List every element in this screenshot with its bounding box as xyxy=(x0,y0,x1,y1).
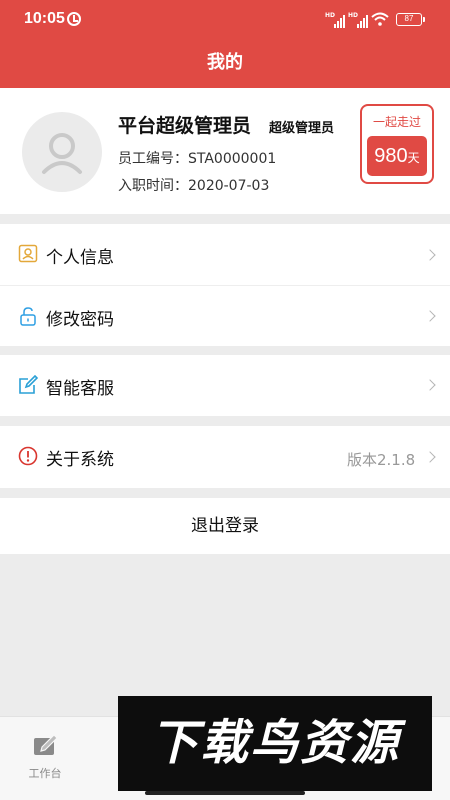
menu-item-customer-service[interactable]: 智能客服 xyxy=(0,355,450,416)
divider xyxy=(0,285,450,286)
top-bar: 10:05 HD HD 87 我的 xyxy=(0,0,450,88)
menu-item-personal-info[interactable]: 个人信息 xyxy=(0,224,450,285)
user-role: 超级管理员 xyxy=(269,121,335,136)
days-together-badge: 一起走过 980天 xyxy=(360,104,434,184)
days-unit: 天 xyxy=(407,151,420,165)
employee-id-value: STA0000001 xyxy=(188,151,277,167)
app-version: 版本2.1.8 xyxy=(347,451,416,469)
menu-item-change-password[interactable]: 修改密码 xyxy=(0,285,450,346)
menu-label-customer-service: 智能客服 xyxy=(46,379,114,399)
employee-id-label: 员工编号： xyxy=(118,151,188,167)
info-icon xyxy=(18,446,38,466)
cellular-signal-icon-2: HD xyxy=(348,12,368,28)
alarm-icon xyxy=(67,12,81,26)
chevron-right-icon xyxy=(424,249,436,261)
page-title: 我的 xyxy=(207,52,243,73)
days-count-box: 980天 xyxy=(367,136,427,176)
tab-label-workbench: 工作台 xyxy=(28,767,62,780)
days-together-caption: 一起走过 xyxy=(372,115,421,129)
watermark-glyphs: 下载鸟资源 xyxy=(150,715,407,771)
join-date-value: 2020-07-03 xyxy=(188,178,270,194)
chevron-right-icon xyxy=(424,310,436,322)
menu-label-about-system: 关于系统 xyxy=(46,450,114,470)
watermark-logo: 下载鸟资源 xyxy=(118,696,432,791)
unlock-icon xyxy=(20,307,36,326)
profile-card: 平台超级管理员 超级管理员 员工编号：STA0000001 入职时间：2020-… xyxy=(0,88,450,214)
menu-label-personal-info: 个人信息 xyxy=(46,248,114,268)
user-badge-icon xyxy=(18,244,38,263)
home-indicator xyxy=(145,791,305,795)
menu-item-about-system[interactable]: 关于系统 版本2.1.8 xyxy=(0,426,450,488)
status-bar: 10:05 HD HD 87 xyxy=(0,0,450,40)
cellular-signal-icon: HD xyxy=(325,12,345,28)
edit-icon xyxy=(19,375,38,394)
default-avatar-icon xyxy=(42,133,82,174)
tab-workbench[interactable]: 工作台 xyxy=(14,733,76,783)
battery-icon: 87 xyxy=(396,13,425,26)
chevron-right-icon xyxy=(424,451,436,463)
join-date-label: 入职时间： xyxy=(118,178,188,194)
watermark-text: 下载鸟资源 xyxy=(150,715,407,771)
logout-button[interactable]: 退出登录 xyxy=(0,498,450,554)
days-count: 980 xyxy=(374,145,408,167)
employee-id-row: 员工编号：STA0000001 xyxy=(118,148,276,168)
user-name: 平台超级管理员 xyxy=(118,115,252,137)
join-date-row: 入职时间：2020-07-03 xyxy=(118,175,269,195)
chevron-right-icon xyxy=(424,379,436,391)
edit-icon xyxy=(34,734,58,755)
wifi-icon xyxy=(371,12,389,26)
menu-label-change-password: 修改密码 xyxy=(46,310,114,330)
status-time: 10:05 xyxy=(24,10,65,27)
avatar[interactable] xyxy=(22,112,102,192)
